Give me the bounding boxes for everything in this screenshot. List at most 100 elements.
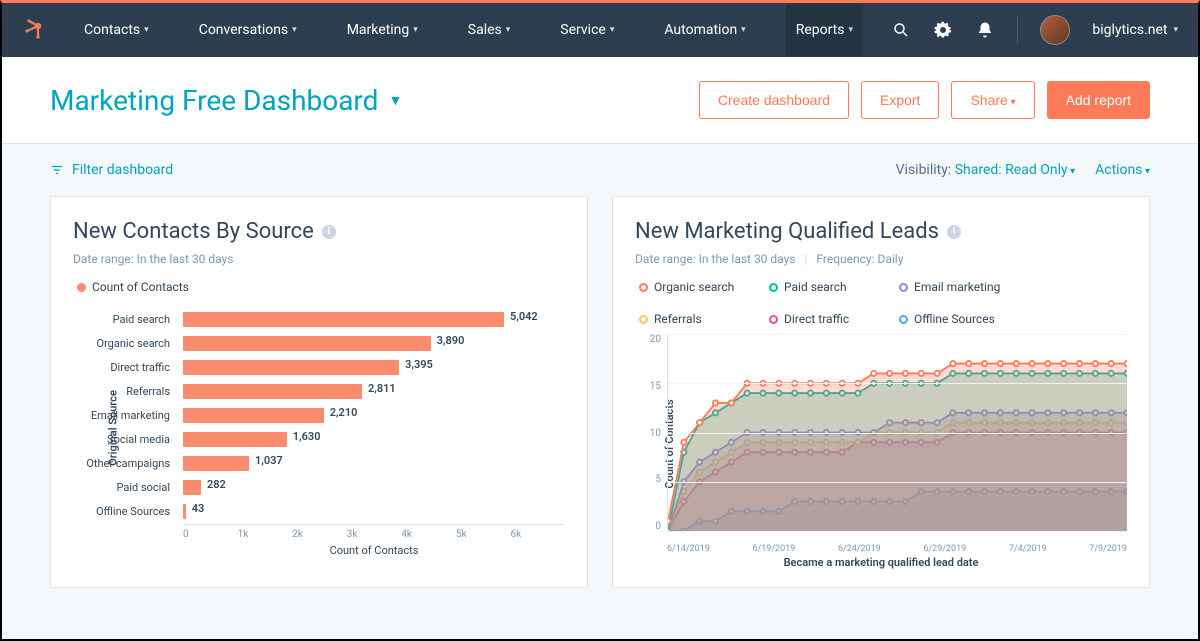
bar-value-label: 3,395 xyxy=(405,358,433,371)
legend-item[interactable]: Referrals xyxy=(639,312,749,326)
y-axis-label: Original Source xyxy=(106,390,119,466)
x-tick: 6/14/2019 xyxy=(667,544,710,554)
chevron-down-icon: ▾ xyxy=(506,25,511,35)
line-chart: Count of Contacts 20151050 6/14/20196/19… xyxy=(635,334,1127,554)
y-tick: 20 xyxy=(650,334,661,345)
filter-icon xyxy=(50,163,64,177)
bell-icon[interactable] xyxy=(975,20,995,40)
add-report-button[interactable]: Add report xyxy=(1047,81,1150,119)
legend-item[interactable]: Paid search xyxy=(769,280,879,294)
card-title: New Contacts By Source i xyxy=(73,219,565,244)
bar-row: Direct traffic3,395 xyxy=(183,356,565,378)
nav-item-automation[interactable]: Automation▾ xyxy=(654,4,755,56)
bar-category-label: Email marketing xyxy=(73,409,178,422)
nav-item-conversations[interactable]: Conversations▾ xyxy=(189,4,307,56)
info-icon[interactable]: i xyxy=(322,225,336,239)
bar-category-label: Other campaigns xyxy=(73,457,178,470)
bar-row: Email marketing2,210 xyxy=(183,404,565,426)
card-meta: Date range: In the last 30 days | Freque… xyxy=(635,252,1127,266)
filter-dashboard-link[interactable]: Filter dashboard xyxy=(50,162,173,178)
card-new-marketing-qualified-leads: New Marketing Qualified Leads i Date ran… xyxy=(612,196,1150,588)
nav-divider xyxy=(1017,16,1018,44)
x-tick: 4k xyxy=(401,529,456,540)
nav-item-marketing[interactable]: Marketing▾ xyxy=(337,4,428,56)
bar-category-label: Offline Sources xyxy=(73,505,178,518)
chevron-down-icon: ▾ xyxy=(292,25,297,35)
bar-value-label: 2,210 xyxy=(330,406,358,419)
y-tick: 0 xyxy=(655,521,661,532)
bar-value-label: 2,811 xyxy=(368,382,396,395)
bar-value-label: 3,890 xyxy=(437,334,465,347)
x-tick: 7/9/2019 xyxy=(1089,544,1127,554)
y-tick: 10 xyxy=(650,428,661,439)
bar-row: Social media1,630 xyxy=(183,428,565,450)
x-tick: 3k xyxy=(347,529,402,540)
dashboard-title-dropdown[interactable]: Marketing Free Dashboard ▼ xyxy=(50,84,402,117)
nav-item-sales[interactable]: Sales▾ xyxy=(458,4,521,56)
chevron-down-icon: ▼ xyxy=(388,92,402,109)
avatar[interactable] xyxy=(1040,15,1070,45)
legend-item[interactable]: Email marketing xyxy=(899,280,1009,294)
visibility-label: Visibility: Shared: Read Only xyxy=(896,162,1075,178)
chart-legend: Organic search Paid search Email marketing… xyxy=(639,280,1127,326)
nav-item-service[interactable]: Service▾ xyxy=(550,4,624,56)
card-title: New Marketing Qualified Leads i xyxy=(635,219,1127,244)
y-tick: 15 xyxy=(650,381,661,392)
x-tick: 6/24/2019 xyxy=(838,544,881,554)
bar-row: Offline Sources43 xyxy=(183,500,565,522)
bar-category-label: Organic search xyxy=(73,337,178,350)
account-switcher[interactable]: biglytics.net▾ xyxy=(1092,22,1178,38)
export-button[interactable]: Export xyxy=(861,81,939,119)
bar-row: Paid social282 xyxy=(183,476,565,498)
bar-value-label: 43 xyxy=(192,502,205,515)
x-tick: 7/4/2019 xyxy=(1009,544,1047,554)
chart-legend: Count of Contacts xyxy=(77,280,565,294)
legend-item[interactable]: Offline Sources xyxy=(899,312,1009,326)
card-meta: Date range: In the last 30 days xyxy=(73,252,565,266)
card-new-contacts-by-source: New Contacts By Source i Date range: In … xyxy=(50,196,588,588)
bar-row: Referrals2,811 xyxy=(183,380,565,402)
legend-item[interactable]: Direct traffic xyxy=(769,312,879,326)
page-header: Marketing Free Dashboard ▼ Create dashbo… xyxy=(2,57,1198,144)
actions-dropdown[interactable]: Actions xyxy=(1095,162,1150,178)
bar-row: Other campaigns1,037 xyxy=(183,452,565,474)
x-tick: 6/19/2019 xyxy=(752,544,795,554)
chevron-down-icon: ▾ xyxy=(741,25,746,35)
share-button[interactable]: Share xyxy=(951,81,1034,119)
x-tick: 6k xyxy=(510,529,565,540)
bar-category-label: Paid social xyxy=(73,481,178,494)
chevron-down-icon: ▾ xyxy=(144,25,149,35)
chevron-down-icon: ▾ xyxy=(849,25,854,35)
x-tick: 1k xyxy=(238,529,293,540)
bar-row: Organic search3,890 xyxy=(183,332,565,354)
nav-item-contacts[interactable]: Contacts▾ xyxy=(74,4,159,56)
y-tick: 5 xyxy=(655,474,661,485)
x-tick: 5k xyxy=(456,529,511,540)
bar-category-label: Referrals xyxy=(73,385,178,398)
bar-chart: Original Source Paid search5,042Organic … xyxy=(73,308,565,548)
bar-category-label: Social media xyxy=(73,433,178,446)
chevron-down-icon: ▾ xyxy=(610,25,615,35)
top-navigation: Contacts▾ Conversations▾ Marketing▾ Sales▾ S… xyxy=(2,3,1198,57)
dashboard-toolbar: Filter dashboard Visibility: Shared: Rea… xyxy=(2,144,1198,196)
x-tick: 2k xyxy=(292,529,347,540)
bar-value-label: 1,037 xyxy=(255,454,283,467)
x-tick: 6/29/2019 xyxy=(923,544,966,554)
legend-item[interactable]: Organic search xyxy=(639,280,749,294)
bar-row: Paid search5,042 xyxy=(183,308,565,330)
nav-item-reports[interactable]: Reports▾ xyxy=(786,4,863,56)
chevron-down-icon: ▾ xyxy=(413,25,418,35)
bar-category-label: Paid search xyxy=(73,313,178,326)
bar-value-label: 5,042 xyxy=(510,310,538,323)
gear-icon[interactable] xyxy=(933,20,953,40)
info-icon[interactable]: i xyxy=(947,225,961,239)
visibility-dropdown[interactable]: Shared: Read Only xyxy=(955,162,1075,178)
bar-value-label: 282 xyxy=(207,478,226,491)
x-axis-label: Count of Contacts xyxy=(183,544,565,557)
x-tick: 0 xyxy=(183,529,238,540)
bar-value-label: 1,630 xyxy=(293,430,321,443)
hubspot-logo-icon[interactable] xyxy=(22,18,46,42)
bar-category-label: Direct traffic xyxy=(73,361,178,374)
search-icon[interactable] xyxy=(891,20,911,40)
create-dashboard-button[interactable]: Create dashboard xyxy=(699,81,849,119)
